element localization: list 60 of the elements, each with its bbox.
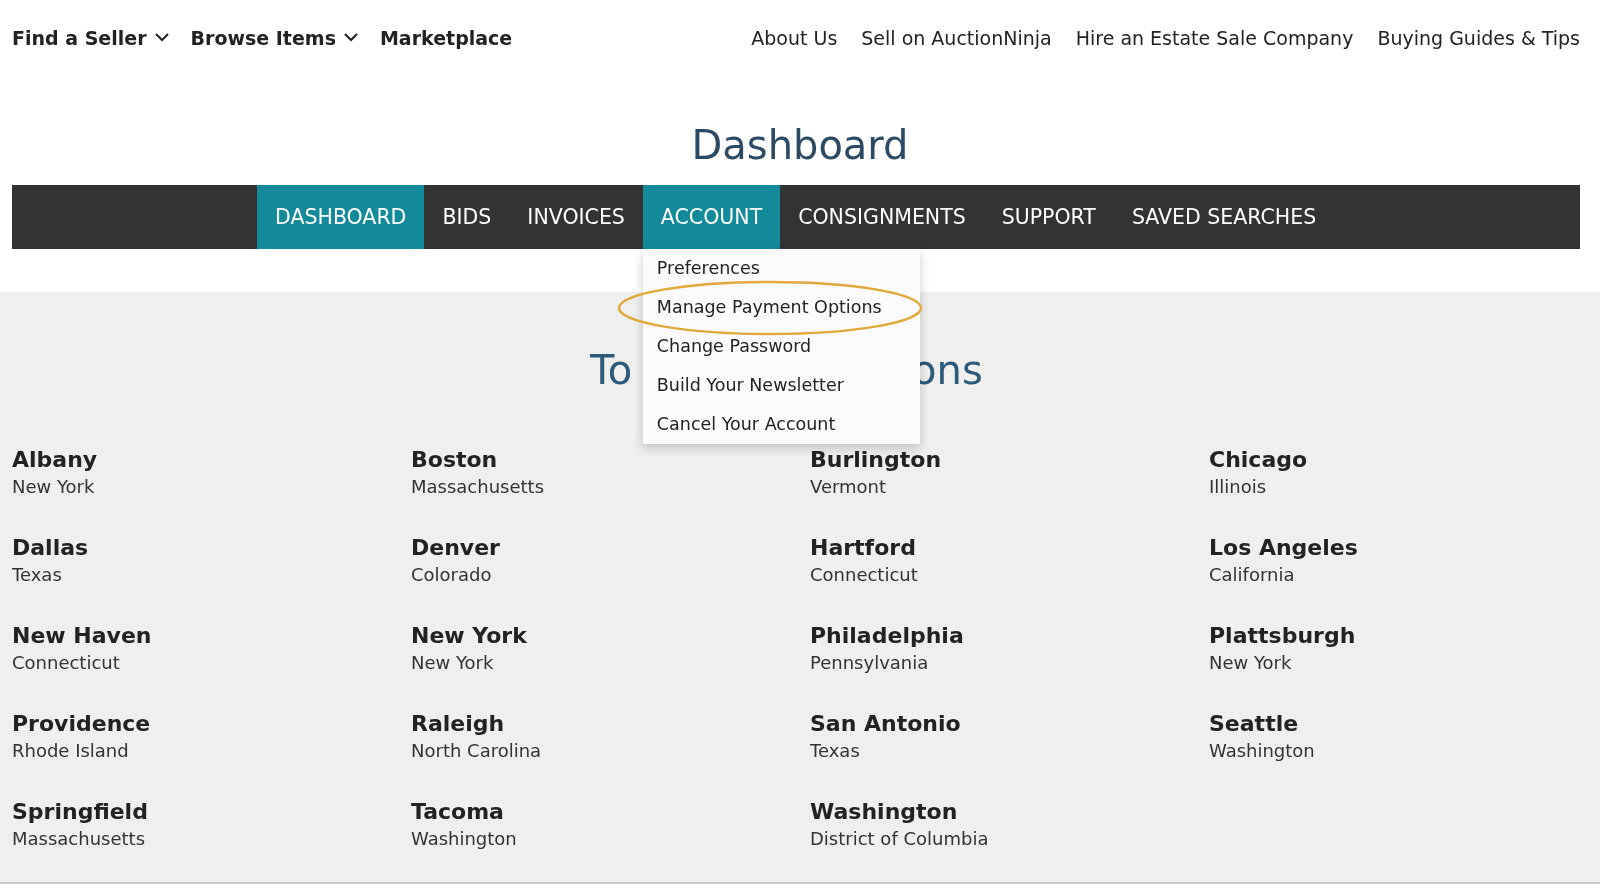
city-link[interactable]: New Haven [12, 623, 152, 648]
city-link[interactable]: Seattle [1209, 711, 1299, 736]
city-link[interactable]: Plattsburgh [1209, 623, 1356, 648]
state-name: Rhode Island [12, 740, 129, 761]
city-link[interactable]: Tacoma [411, 799, 504, 824]
city-link[interactable]: Philadelphia [810, 623, 964, 648]
state-name: North Carolina [411, 740, 542, 761]
city-link[interactable]: Washington [810, 799, 958, 824]
city-link[interactable]: Raleigh [411, 711, 505, 736]
menu-item[interactable]: Preferences [642, 249, 920, 288]
city-link[interactable]: Albany [12, 447, 98, 472]
tab[interactable]: CONSIGNMENTS [780, 185, 984, 249]
city-link[interactable]: Chicago [1209, 447, 1308, 472]
page-title: Dashboard [690, 121, 910, 170]
tab[interactable]: INVOICES [509, 185, 643, 249]
state-name: Colorado [411, 564, 492, 585]
city-link[interactable]: Hartford [810, 535, 916, 560]
city-link[interactable]: Dallas [12, 535, 89, 560]
tab[interactable]: BIDS [424, 185, 510, 249]
nav-link[interactable]: Find a Seller [12, 26, 169, 49]
state-name: Vermont [810, 476, 887, 497]
state-name: California [1209, 564, 1295, 585]
nav-link[interactable]: Sell on AuctionNinja [861, 26, 1052, 49]
state-name: Pennsylvania [810, 652, 929, 673]
tab[interactable]: SAVED SEARCHES [1113, 185, 1335, 249]
state-name: Texas [810, 740, 860, 761]
nav-link[interactable]: Browse Items [190, 26, 358, 49]
state-name: Washington [411, 828, 517, 849]
chevron-down-icon [343, 33, 358, 42]
state-name: District of Columbia [810, 828, 989, 849]
city-link[interactable]: Providence [12, 711, 151, 736]
state-name: Massachusetts [12, 828, 145, 849]
tab[interactable]: SUPPORT [983, 185, 1114, 249]
city-link[interactable]: Los Angeles [1209, 535, 1358, 560]
city-link[interactable]: Burlington [810, 447, 942, 472]
state-name: Connecticut [12, 652, 120, 673]
nav-link[interactable]: Marketplace [379, 26, 513, 49]
state-name: Connecticut [810, 564, 918, 585]
nav-link[interactable]: Buying Guides & Tips [1377, 26, 1580, 49]
state-name: Massachusetts [411, 476, 544, 497]
section-heading: To [590, 347, 633, 395]
city-link[interactable]: New York [411, 623, 527, 648]
chevron-down-icon [154, 33, 169, 42]
state-name: Illinois [1209, 476, 1267, 497]
nav-link[interactable]: About Us [751, 26, 838, 49]
city-link[interactable]: Denver [411, 535, 500, 560]
tab[interactable]: ACCOUNT [642, 185, 781, 249]
state-name: Washington [1209, 740, 1315, 761]
tab[interactable]: DASHBOARD [257, 185, 425, 249]
menu-item[interactable]: Cancel Your Account [642, 405, 920, 444]
city-link[interactable]: Springfield [12, 799, 148, 824]
city-link[interactable]: Boston [411, 447, 498, 472]
state-name: New York [411, 652, 494, 673]
state-name: New York [1209, 652, 1292, 673]
menu-item[interactable]: Change Password [642, 327, 920, 366]
state-name: Texas [12, 564, 62, 585]
state-name: New York [12, 476, 95, 497]
menu-item[interactable]: Build Your Newsletter [642, 366, 920, 405]
nav-link[interactable]: Hire an Estate Sale Company [1075, 26, 1354, 49]
city-link[interactable]: San Antonio [810, 711, 961, 736]
